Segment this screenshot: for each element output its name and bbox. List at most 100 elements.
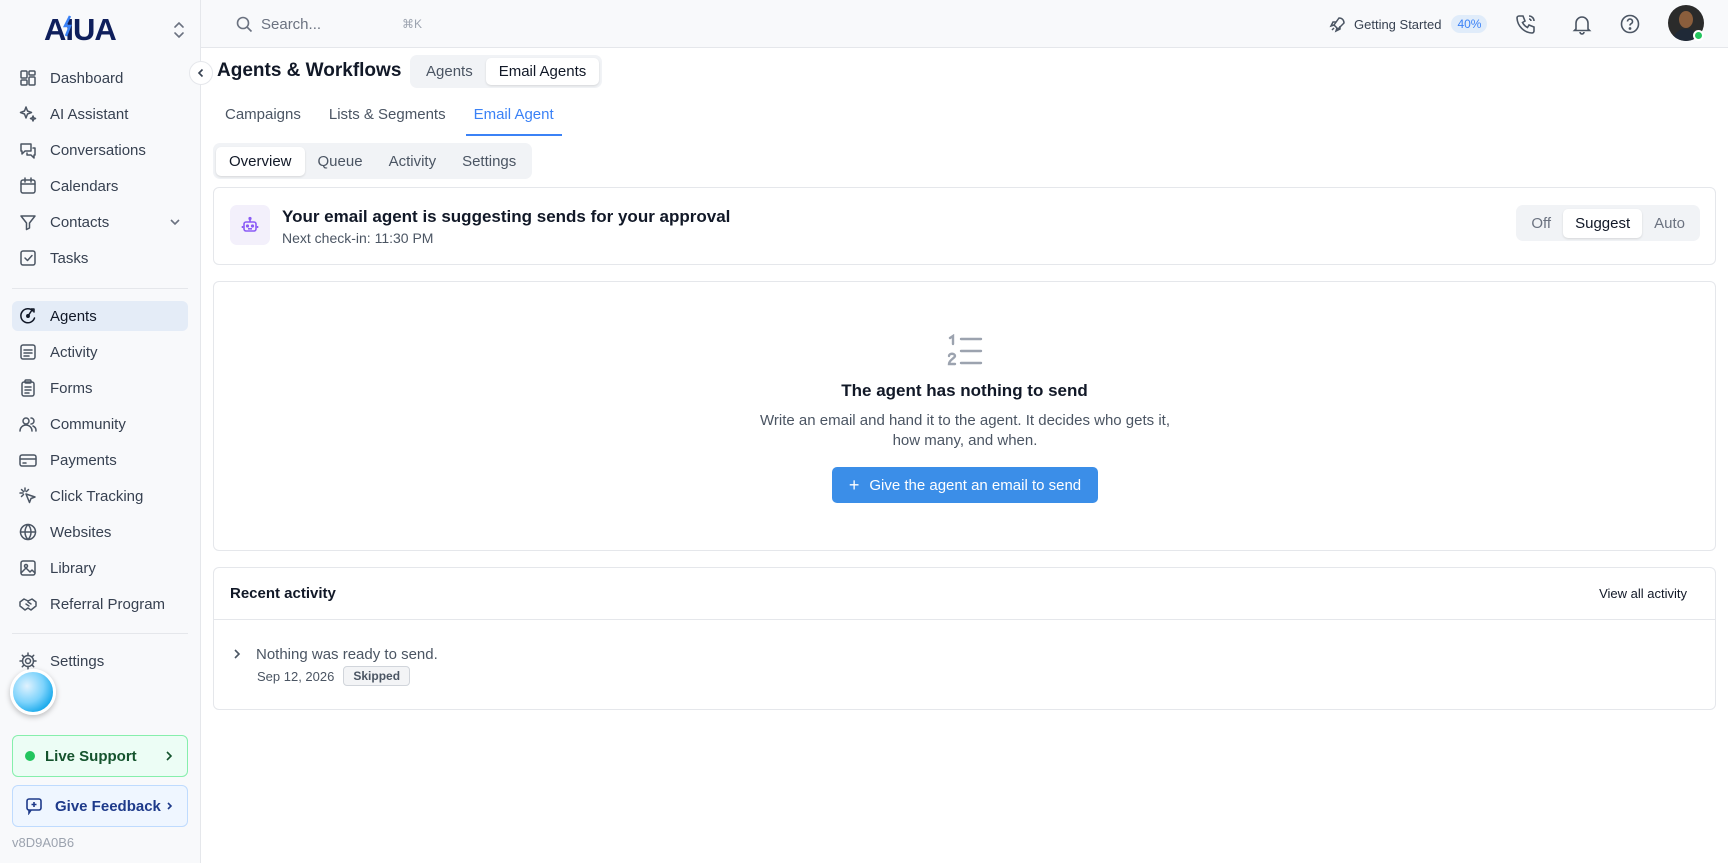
view-all-activity-link[interactable]: View all activity	[1599, 586, 1687, 601]
sidebar-item-ai-assistant[interactable]: AI Assistant	[12, 99, 188, 129]
sidebar-item-tasks[interactable]: Tasks	[12, 243, 188, 273]
activity-meta: Sep 12, 2026 Skipped	[257, 666, 411, 686]
brand-logo[interactable]: AIUA	[44, 12, 130, 46]
handshake-icon	[19, 598, 37, 611]
image-icon	[20, 560, 36, 576]
numbered-list-icon	[947, 334, 983, 366]
recent-activity-title: Recent activity	[230, 585, 336, 602]
online-status-dot	[25, 751, 35, 761]
sidebar-item-label: Library	[50, 559, 96, 577]
activity-icon	[20, 344, 36, 360]
sidebar-item-label: Conversations	[50, 141, 146, 159]
sidebar-item-label: Dashboard	[50, 69, 124, 87]
sidebar-item-label: Referral Program	[50, 595, 166, 613]
subtab-settings[interactable]: Settings	[449, 147, 529, 176]
agent-subtabs: Overview Queue Activity Settings	[213, 143, 533, 179]
sidebar-item-agents[interactable]: Agents	[12, 301, 188, 331]
feedback-icon	[26, 798, 42, 815]
activity-text: Nothing was ready to send.	[256, 645, 438, 663]
collapse-sidebar-button[interactable]	[189, 61, 213, 85]
status-badge: Skipped	[343, 666, 411, 686]
sidebar-item-conversations[interactable]: Conversations	[12, 135, 188, 165]
segment-agents[interactable]: Agents	[413, 58, 486, 85]
tab-email-agent[interactable]: Email Agent	[465, 104, 562, 136]
empty-state-description: Write an email and hand it to the agent.…	[760, 412, 1170, 449]
agent-status-card: Your email agent is suggesting sends for…	[213, 187, 1716, 265]
sidebar-item-payments[interactable]: Payments	[12, 445, 188, 475]
mode-suggest[interactable]: Suggest	[1563, 208, 1643, 238]
sidebar-item-label: Contacts	[50, 213, 110, 231]
live-support-button[interactable]: Live Support	[12, 735, 188, 777]
getting-started-button[interactable]: Getting Started 40%	[1329, 12, 1488, 36]
gear-icon	[19, 652, 37, 670]
agent-mode-switch: Off Suggest Auto	[1516, 205, 1700, 241]
chevron-right-icon	[234, 649, 241, 659]
subtab-queue[interactable]: Queue	[305, 147, 376, 176]
cursor-click-icon	[19, 487, 36, 504]
sidebar-item-referral-program[interactable]: Referral Program	[12, 589, 188, 619]
tab-campaigns[interactable]: Campaigns	[217, 104, 309, 136]
activity-row[interactable]: Nothing was ready to send.	[230, 644, 930, 664]
users-icon	[19, 417, 37, 432]
sidebar-item-label: Agents	[50, 307, 97, 325]
assistant-orb[interactable]	[10, 669, 56, 715]
agent-avatar	[230, 205, 270, 245]
mode-off[interactable]: Off	[1519, 209, 1563, 238]
avatar-face	[1679, 11, 1693, 28]
rocket-icon	[1329, 16, 1345, 32]
sidebar: AIUA Dashboard AI Assistant Conversations C…	[0, 0, 201, 863]
app-version: v8D9A0B6	[12, 835, 75, 850]
subtab-activity[interactable]: Activity	[376, 147, 450, 176]
dashboard-icon	[20, 70, 36, 86]
sidebar-item-contacts[interactable]: Contacts	[12, 207, 188, 237]
chat-icon	[20, 143, 36, 159]
page-title: Agents & Workflows	[217, 60, 402, 81]
give-feedback-label: Give Feedback	[55, 797, 161, 815]
online-status-dot	[1693, 30, 1704, 41]
give-feedback-button[interactable]: Give Feedback	[12, 785, 188, 827]
search-icon	[236, 16, 253, 32]
search-bar[interactable]: Search... ⌘K	[236, 12, 422, 36]
workspace-switch-icon[interactable]	[172, 20, 186, 40]
sidebar-item-calendars[interactable]: Calendars	[12, 171, 188, 201]
globe-icon	[19, 523, 37, 541]
recent-activity-card: Recent activity View all activity Nothin…	[213, 567, 1716, 710]
sidebar-item-label: Community	[50, 415, 126, 433]
status-title: Your email agent is suggesting sends for…	[282, 207, 731, 226]
agent-type-switch: Agents Email Agents	[410, 55, 603, 88]
next-checkin: Next check-in: 11:30 PM	[282, 230, 434, 246]
progress-badge: 40%	[1451, 15, 1488, 33]
sidebar-item-label: AI Assistant	[50, 105, 129, 123]
top-bar	[201, 0, 1728, 48]
sparkles-icon	[19, 106, 37, 122]
sidebar-item-label: Forms	[50, 379, 93, 397]
sidebar-item-label: Calendars	[50, 177, 119, 195]
sidebar-item-forms[interactable]: Forms	[12, 373, 188, 403]
sidebar-item-dashboard[interactable]: Dashboard	[12, 63, 188, 93]
sidebar-item-label: Tasks	[50, 249, 89, 267]
search-placeholder: Search...	[261, 15, 322, 33]
plus-icon: +	[848, 474, 860, 495]
sidebar-item-activity[interactable]: Activity	[12, 337, 188, 367]
sidebar-item-library[interactable]: Library	[12, 553, 188, 583]
give-email-label: Give the agent an email to send	[869, 476, 1082, 494]
phone-icon[interactable]	[1515, 13, 1537, 35]
tab-lists-segments[interactable]: Lists & Segments	[321, 104, 454, 136]
help-icon[interactable]	[1619, 13, 1641, 35]
sidebar-item-click-tracking[interactable]: Click Tracking	[12, 481, 188, 511]
chevron-down-icon[interactable]	[168, 215, 182, 229]
search-shortcut: ⌘K	[401, 17, 422, 31]
robot-icon	[241, 216, 259, 232]
logo-text: AIUA	[44, 12, 116, 46]
sidebar-item-label: Settings	[50, 652, 105, 670]
sidebar-item-community[interactable]: Community	[12, 409, 188, 439]
getting-started-label: Getting Started	[1354, 16, 1442, 32]
bell-icon[interactable]	[1571, 13, 1593, 35]
segment-email-agents[interactable]: Email Agents	[485, 58, 600, 85]
clipboard-icon	[21, 379, 35, 397]
sidebar-item-websites[interactable]: Websites	[12, 517, 188, 547]
live-support-label: Live Support	[45, 747, 137, 765]
mode-auto[interactable]: Auto	[1642, 209, 1697, 238]
subtab-overview[interactable]: Overview	[216, 146, 305, 176]
give-email-button[interactable]: + Give the agent an email to send	[832, 467, 1098, 503]
